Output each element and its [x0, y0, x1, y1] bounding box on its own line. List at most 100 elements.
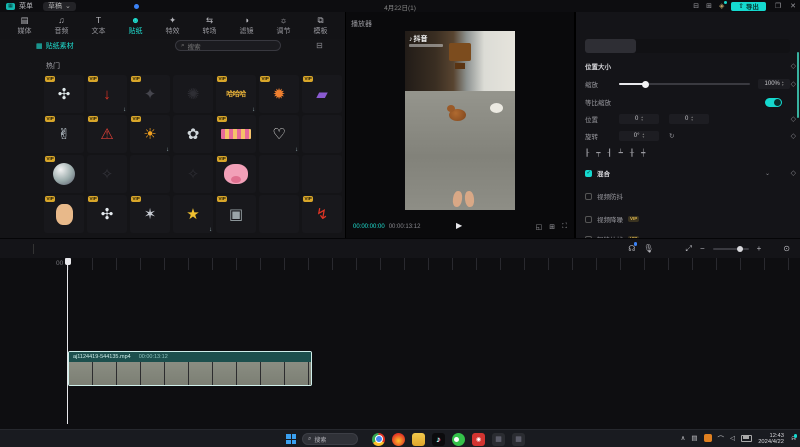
sticker-explosion[interactable]: VIP ✹ — [259, 75, 299, 113]
timeline-tool-icon[interactable] — [33, 243, 34, 254]
scale-value-field[interactable]: 100% ▴ ▾ — [758, 79, 790, 89]
sticker-thumbs-up[interactable]: VIP ✌ — [44, 115, 84, 153]
sticker-pig[interactable]: VIP — [216, 155, 256, 193]
scale-slider[interactable] — [618, 80, 751, 88]
battery-icon[interactable] — [741, 434, 752, 442]
tab-filter[interactable]: ◑ 滤镜 — [228, 12, 265, 39]
split-screen-icon[interactable]: ⊞ — [549, 223, 555, 231]
maximize-button[interactable]: ❐ — [775, 2, 781, 10]
fullscreen-icon[interactable]: ⛶ — [562, 223, 567, 231]
tab-text[interactable]: T 文本 — [80, 12, 117, 39]
sticker-dim-2[interactable]: ✧ — [173, 155, 213, 193]
tab-sticker[interactable]: ☻ 贴纸 — [117, 12, 154, 39]
sticker-empty[interactable] — [259, 195, 299, 233]
video-canvas[interactable]: ♪ 抖音 — [405, 31, 515, 210]
fit-timeline-icon[interactable]: ⤢ — [686, 244, 692, 254]
panel-layout-icon[interactable]: ⊞ — [706, 2, 712, 10]
sticker-haha-text[interactable]: VIP 哈哈哈 ↓ — [216, 75, 256, 113]
sticker-search-input[interactable]: ⌕ 搜索 — [175, 40, 281, 51]
speaker-icon[interactable]: ◁ — [730, 434, 735, 442]
sticker-empty[interactable] — [302, 155, 342, 193]
tab-transition[interactable]: ⇆ 转场 — [191, 12, 228, 39]
tab-adjust[interactable]: ☼ 调节 — [265, 12, 302, 39]
timeline[interactable]: 00 aj1124419-544135.mp4 00:00:13:12 — [0, 258, 800, 429]
sticker-warning[interactable]: VIP ⚠ — [87, 115, 127, 153]
sticker-purple-banner[interactable]: VIP ▰ — [302, 75, 342, 113]
sticker-tv[interactable]: VIP ▣ — [216, 195, 256, 233]
sticker-category-hot[interactable]: 热门 — [46, 61, 60, 71]
mic-icon[interactable]: 🎙 — [643, 244, 653, 253]
wifi-icon[interactable]: ⌒ — [718, 433, 725, 443]
position-x-field[interactable]: 0 ▴ ▾ — [619, 114, 659, 124]
keyframe-icon[interactable]: ◇ — [791, 115, 796, 123]
uniform-scale-toggle[interactable] — [765, 97, 782, 107]
play-button[interactable]: ▶ — [456, 221, 462, 230]
sticker-disco-ball[interactable]: VIP — [44, 155, 84, 193]
sticker-nav-active[interactable]: ▦ 贴纸素材 — [36, 41, 74, 51]
collapse-section-icon[interactable]: ⌄ — [765, 170, 770, 177]
timeline-zoom-slider[interactable] — [712, 245, 749, 252]
tab-media[interactable]: ▤ 媒体 — [6, 12, 43, 39]
taskbar-tiktok-icon[interactable]: ♪ — [432, 432, 445, 446]
subtab-mask[interactable] — [688, 39, 739, 53]
sticker-metal-star[interactable]: VIP ✶ — [130, 195, 170, 233]
keyframe-icon[interactable]: ◇ — [791, 80, 796, 88]
zoom-in-icon[interactable]: + — [757, 244, 762, 253]
tab-template[interactable]: ⧉ 模板 — [302, 12, 339, 39]
sticker-dragonfly[interactable]: VIP ✣ — [44, 75, 84, 113]
tray-chevron-icon[interactable]: ∧ — [681, 434, 686, 442]
subtab-basic[interactable] — [585, 39, 637, 53]
taskbar-green-app-icon[interactable] — [452, 432, 465, 446]
rotate-field[interactable]: 0° ▴ ▾ — [619, 131, 659, 141]
stepper-icon[interactable]: ▴ ▾ — [641, 115, 643, 122]
timeline-settings-icon[interactable]: ⊙ — [783, 244, 790, 253]
stepper-icon[interactable]: ▴ ▾ — [691, 115, 693, 122]
keyframe-icon[interactable]: ◇ — [791, 62, 796, 70]
tab-audio[interactable]: ♫ 音频 — [43, 12, 80, 39]
sticker-red-arrow[interactable]: VIP ↓ ↓ — [87, 75, 127, 113]
video-clip[interactable]: aj1124419-544135.mp4 00:00:13:12 — [68, 351, 312, 386]
sticker-empty[interactable] — [130, 155, 170, 193]
taskbar-chrome-icon[interactable] — [372, 432, 385, 446]
timeline-ruler[interactable] — [68, 258, 800, 270]
stepper-icon[interactable]: ▴ ▾ — [642, 132, 644, 139]
start-button[interactable] — [286, 434, 296, 444]
ratio-icon[interactable]: ◱ — [536, 223, 543, 231]
taskbar-app-8-icon[interactable]: ▦ — [512, 432, 525, 446]
taskbar-clock[interactable]: 12:43 2024/4/22 — [758, 433, 784, 446]
align-bottom-icon[interactable]: ┷ — [619, 149, 623, 157]
sticker-butterfly[interactable]: VIP ✣ — [87, 195, 127, 233]
position-y-field[interactable]: 0 ▴ ▾ — [669, 114, 709, 124]
sticker-dim-1[interactable]: ✧ — [87, 155, 127, 193]
sticker-sun[interactable]: VIP ☀ ↓ — [130, 115, 170, 153]
close-button[interactable]: ✕ — [790, 2, 796, 10]
sticker-gold-star[interactable]: ★ ↓ — [173, 195, 213, 233]
draft-dropdown[interactable]: 草稿 ⌄ — [43, 1, 76, 11]
align-center-v-icon[interactable]: ┿ — [641, 149, 645, 157]
menu-button[interactable]: 菜单 — [19, 1, 33, 11]
layout-switch-icon[interactable]: ⊟ — [693, 2, 699, 10]
stepper-icon[interactable]: ▴ ▾ — [782, 80, 784, 87]
taskbar-files-icon[interactable] — [412, 432, 425, 446]
denoise-checkbox[interactable] — [585, 215, 592, 223]
sticker-heart[interactable]: ♡ ↓ — [259, 115, 299, 153]
sticker-dark[interactable]: ✺ — [173, 75, 213, 113]
panel-collapse-icon[interactable]: ⊟ — [316, 41, 323, 50]
tray-app-icon[interactable]: ▤ — [691, 434, 697, 442]
align-center-h-icon[interactable]: ╂ — [630, 149, 634, 157]
align-left-icon[interactable]: ┠ — [585, 149, 589, 157]
sticker-pixel-banner[interactable]: VIP — [216, 115, 256, 153]
export-button[interactable]: ⇧ 导出 — [731, 1, 766, 11]
tab-effects[interactable]: ✦ 特效 — [154, 12, 191, 39]
notification-bell-icon[interactable]: ⍾ — [791, 434, 797, 443]
blend-checkbox[interactable] — [585, 169, 592, 177]
sticker-empty[interactable] — [302, 115, 342, 153]
taskbar-red-app-icon[interactable]: ◉ — [472, 432, 485, 446]
cloud-sync-icon[interactable] — [133, 3, 139, 9]
tray-orange-app-icon[interactable] — [703, 434, 712, 442]
taskbar-search-input[interactable]: ⌕ 搜索 — [302, 433, 358, 445]
align-top-icon[interactable]: ┯ — [596, 149, 600, 157]
keyframe-icon[interactable]: ◇ — [791, 132, 796, 140]
taskbar-fire-app-icon[interactable] — [392, 432, 405, 446]
sticker-sparkle-dim[interactable]: VIP ✦ — [130, 75, 170, 113]
